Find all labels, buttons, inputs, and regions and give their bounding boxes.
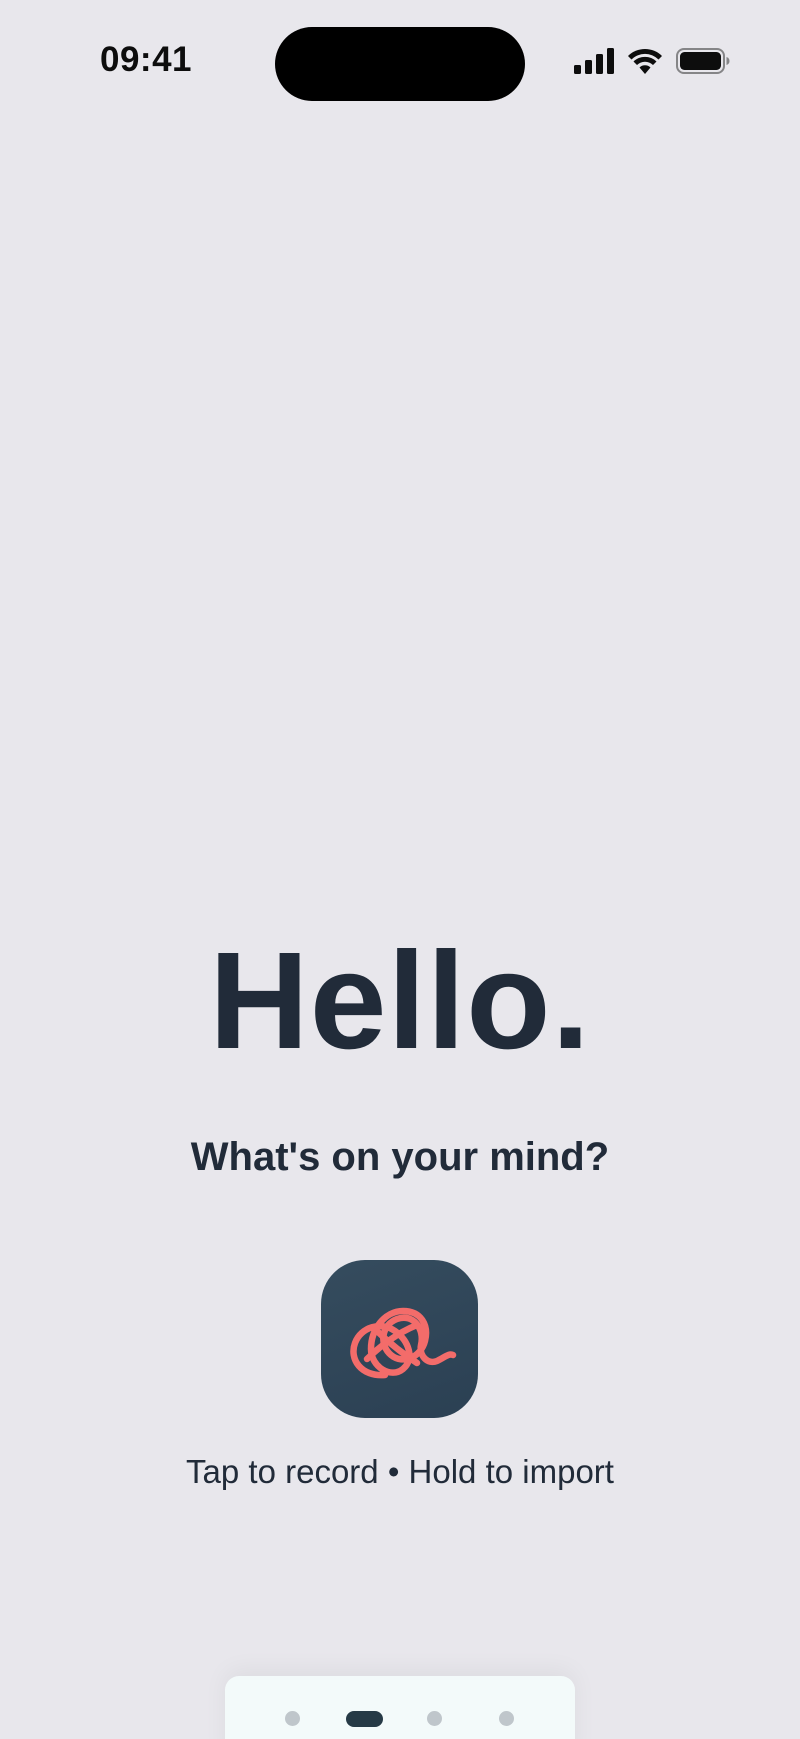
status-icons [574, 48, 730, 74]
page-indicator [225, 1676, 575, 1739]
dynamic-island [275, 27, 525, 101]
prompt-subtitle: What's on your mind? [190, 1135, 610, 1179]
record-hint: Tap to record • Hold to import [186, 1453, 614, 1490]
home-screen: 09:41 Hello. What's on your mind? Tap to… [0, 0, 800, 1739]
page-dot-1[interactable] [285, 1711, 300, 1726]
status-time: 09:41 [100, 40, 193, 79]
wifi-icon [628, 48, 662, 74]
greeting-title: Hello. [209, 924, 591, 1078]
page-dot-2-active[interactable] [346, 1711, 383, 1727]
page-dot-4[interactable] [499, 1711, 514, 1726]
page-dot-3[interactable] [427, 1711, 442, 1726]
record-button[interactable] [321, 1260, 478, 1418]
tangled-thread-logo-icon [349, 1307, 456, 1379]
battery-icon [676, 48, 730, 74]
cellular-signal-icon [574, 48, 614, 74]
